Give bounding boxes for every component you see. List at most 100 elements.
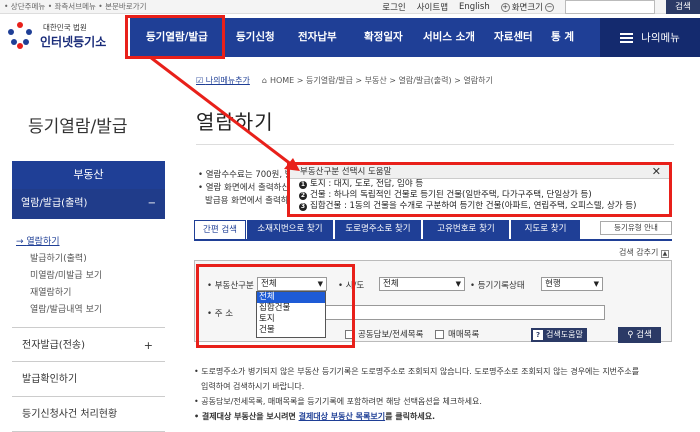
bottom-note-text: • 결제대상 부동산을 보시려면 <box>194 412 299 421</box>
chevron-down-icon: ▼ <box>593 280 599 288</box>
notice-line: • 열람수수료는 700원, 발 <box>198 170 293 180</box>
checkbox-label: 공동담보/전세목록 <box>358 330 424 340</box>
popup-line-text: 집합건물 : 1동의 건물을 수개로 구분하여 등기한 건물(아파트, 연립주택… <box>310 201 637 211</box>
nav-item-registry-apply[interactable]: 등기신청 <box>236 18 275 57</box>
sidebar-sub-history[interactable]: 열람/발급내역 보기 <box>30 302 102 315</box>
page-title: 열람하기 <box>196 110 274 134</box>
logo-title-text: 인터넷등기소 <box>40 35 107 49</box>
search-help-button[interactable]: ? 검색도움말 <box>531 328 587 342</box>
hamburger-icon <box>620 32 634 43</box>
home-icon[interactable]: ⌂ <box>262 76 267 85</box>
popup-line: 1 토지 : 대지, 도로, 전답, 임야 등 <box>290 179 669 190</box>
collapse-arrow-icon: ▲ <box>660 250 669 258</box>
site-search-input[interactable] <box>565 0 655 14</box>
bottom-note: • 공동담보/전세목록, 매매목록을 등기기록에 포함하려면 해당 선택옵션을 … <box>194 397 482 406</box>
tab-simple-search[interactable]: 간편 검색 <box>194 220 246 239</box>
tabs-underline <box>194 239 672 241</box>
sidebar-item-e-issue[interactable]: 전자발급(전송) + <box>12 327 165 362</box>
sido-select[interactable]: 전체 ▼ <box>379 277 465 291</box>
search-help-label: 검색도움말 <box>546 330 583 339</box>
title-divider <box>196 144 674 145</box>
joint-security-checkbox[interactable]: 공동담보/전세목록 <box>345 328 423 340</box>
registry-type-guide-button[interactable]: 등기유형 안내 <box>600 221 672 235</box>
nav-highlight-box <box>125 15 225 59</box>
help-icon: ? <box>533 330 543 340</box>
popup-line-text: 건물 : 하나의 독립적인 건물로 등기된 건물(일반주택, 다가구주택, 단일… <box>310 190 592 200</box>
status-select[interactable]: 현행 ▼ <box>541 277 603 291</box>
sidebar-item-verify[interactable]: 발급확인하기 <box>12 362 165 397</box>
status-label: • 등기기록상태 <box>470 281 525 291</box>
sidebar-sub-review[interactable]: 재열람하기 <box>30 285 71 298</box>
sidebar-item-view-issue[interactable]: 열람/발급(출력) − <box>12 189 165 219</box>
chevron-down-icon: ▼ <box>455 280 461 288</box>
nav-item-data-center[interactable]: 자료센터 <box>494 18 533 57</box>
bottom-note-text: 를 클릭하세요. <box>385 412 436 421</box>
nav-item-fixed-date[interactable]: 확정일자 <box>364 18 403 57</box>
sido-value: 전체 <box>383 279 399 289</box>
tab-lot-number[interactable]: 소재지번으로 찾기 <box>247 220 334 239</box>
sidebar-sub-view[interactable]: → 열람하기 <box>16 234 60 247</box>
sitemap-link[interactable]: 사이트맵 <box>417 1 448 13</box>
sidebar-sub-unviewed[interactable]: 미열람/미발급 보기 <box>30 268 102 281</box>
add-my-menu-link[interactable]: ☑ 나의메뉴추가 <box>196 75 250 86</box>
login-link[interactable]: 로그인 <box>382 1 405 13</box>
font-size-control: + 화면크기 − <box>500 1 554 13</box>
hide-search-toggle[interactable]: 검색 감추기 ▲ <box>619 247 669 258</box>
close-icon[interactable]: ✕ <box>652 165 661 179</box>
number-badge-icon: 1 <box>299 181 307 189</box>
court-emblem-icon <box>6 22 34 50</box>
search-submit-button[interactable]: ⚲ 검색 <box>618 327 661 343</box>
font-minus-icon[interactable]: − <box>545 2 554 12</box>
search-submit-label: 검색 <box>636 330 652 340</box>
breadcrumb: ☑ 나의메뉴추가 ⌂ HOME > 등기열람/발급 > 부동산 > 열람/발급(… <box>196 75 696 86</box>
popup-line: 3 집합건물 : 1동의 건물을 수개로 구분하여 등기한 건물(아파트, 연립주… <box>290 201 669 212</box>
site-search-button[interactable]: 검색 <box>666 0 700 14</box>
skip-links[interactable]: • 상단주메뉴 • 좌측서브메뉴 • 본문바로가기 <box>4 1 147 12</box>
hide-search-label: 검색 감추기 <box>619 248 659 257</box>
bottom-note: 입력하여 검색하시기 바랍니다. <box>201 382 305 391</box>
magnifier-icon: ⚲ <box>627 330 634 340</box>
checkbox-icon <box>435 329 444 339</box>
english-link[interactable]: English <box>459 2 490 12</box>
notice-line: 발급용 화면에서 출력하시 <box>205 196 297 206</box>
popup-title: 부동산구분 선택시 도움말 <box>300 167 392 177</box>
collapse-icon: − <box>147 198 156 209</box>
breadcrumb-path: HOME > 등기열람/발급 > 부동산 > 열람/발급(출력) > 열람하기 <box>269 76 493 85</box>
sidebar-sub-issue[interactable]: 발급하기(출력) <box>30 251 87 264</box>
number-badge-icon: 2 <box>299 192 307 200</box>
add-my-menu-label: 나의메뉴추가 <box>205 76 250 85</box>
notice-line: • 열람 화면에서 출력하신 <box>198 183 290 193</box>
tab-unique-number[interactable]: 고유번호로 찾기 <box>423 220 510 239</box>
sidebar-title: 등기열람/발급 <box>28 117 128 137</box>
popup-header: 부동산구분 선택시 도움말 ✕ <box>290 165 669 179</box>
sidebar-item-case-status[interactable]: 등기신청사건 처리현황 <box>12 397 165 432</box>
tab-map[interactable]: 지도로 찾기 <box>511 220 581 239</box>
popup-line-text: 토지 : 대지, 도로, 전답, 임야 등 <box>310 179 424 189</box>
status-value: 현행 <box>545 279 561 289</box>
tab-road-address[interactable]: 도로명주소로 찾기 <box>335 220 422 239</box>
sidebar-sub-label: 열람하기 <box>26 237 60 247</box>
my-menu-button[interactable]: 나의메뉴 <box>600 18 700 57</box>
nav-item-e-payment[interactable]: 전자납부 <box>298 18 337 57</box>
sidebar-section-real-estate[interactable]: 부동산 <box>12 161 165 189</box>
sidebar-item-label: 열람/발급(출력) <box>21 198 88 209</box>
property-type-highlight-box <box>196 264 355 348</box>
utility-bar: • 상단주메뉴 • 좌측서브메뉴 • 본문바로가기 로그인 사이트맵 Engli… <box>0 0 700 14</box>
address-input[interactable] <box>315 305 605 320</box>
nav-item-service-intro[interactable]: 서비스 소개 <box>423 18 475 57</box>
sales-list-checkbox[interactable]: 매매목록 <box>435 328 479 340</box>
site-logo[interactable]: 대한민국 법원 인터넷등기소 <box>6 17 124 55</box>
nav-item-statistics[interactable]: 통 계 <box>551 18 574 57</box>
popup-line: 2 건물 : 하나의 독립적인 건물로 등기된 건물(일반주택, 다가구주택, 단… <box>290 190 669 201</box>
bottom-note: • 도로명주소가 병기되지 않은 부동산 등기기록은 도로명주소로 조회되지 않… <box>194 367 640 376</box>
property-type-help-popup: 부동산구분 선택시 도움말 ✕ 1 토지 : 대지, 도로, 전답, 임야 등 2… <box>287 162 672 217</box>
font-plus-icon[interactable]: + <box>500 2 510 12</box>
expand-icon: + <box>143 339 153 352</box>
my-menu-label: 나의메뉴 <box>641 32 680 44</box>
logo-court-text: 대한민국 법원 <box>43 23 87 32</box>
checkbox-label: 매매목록 <box>448 330 480 340</box>
sidebar-item-label: 전자발급(전송) <box>22 340 86 351</box>
payment-list-link[interactable]: 결제대상 부동산 목록보기 <box>299 412 386 421</box>
number-badge-icon: 3 <box>299 203 307 211</box>
font-size-label: 화면크기 <box>511 3 543 13</box>
